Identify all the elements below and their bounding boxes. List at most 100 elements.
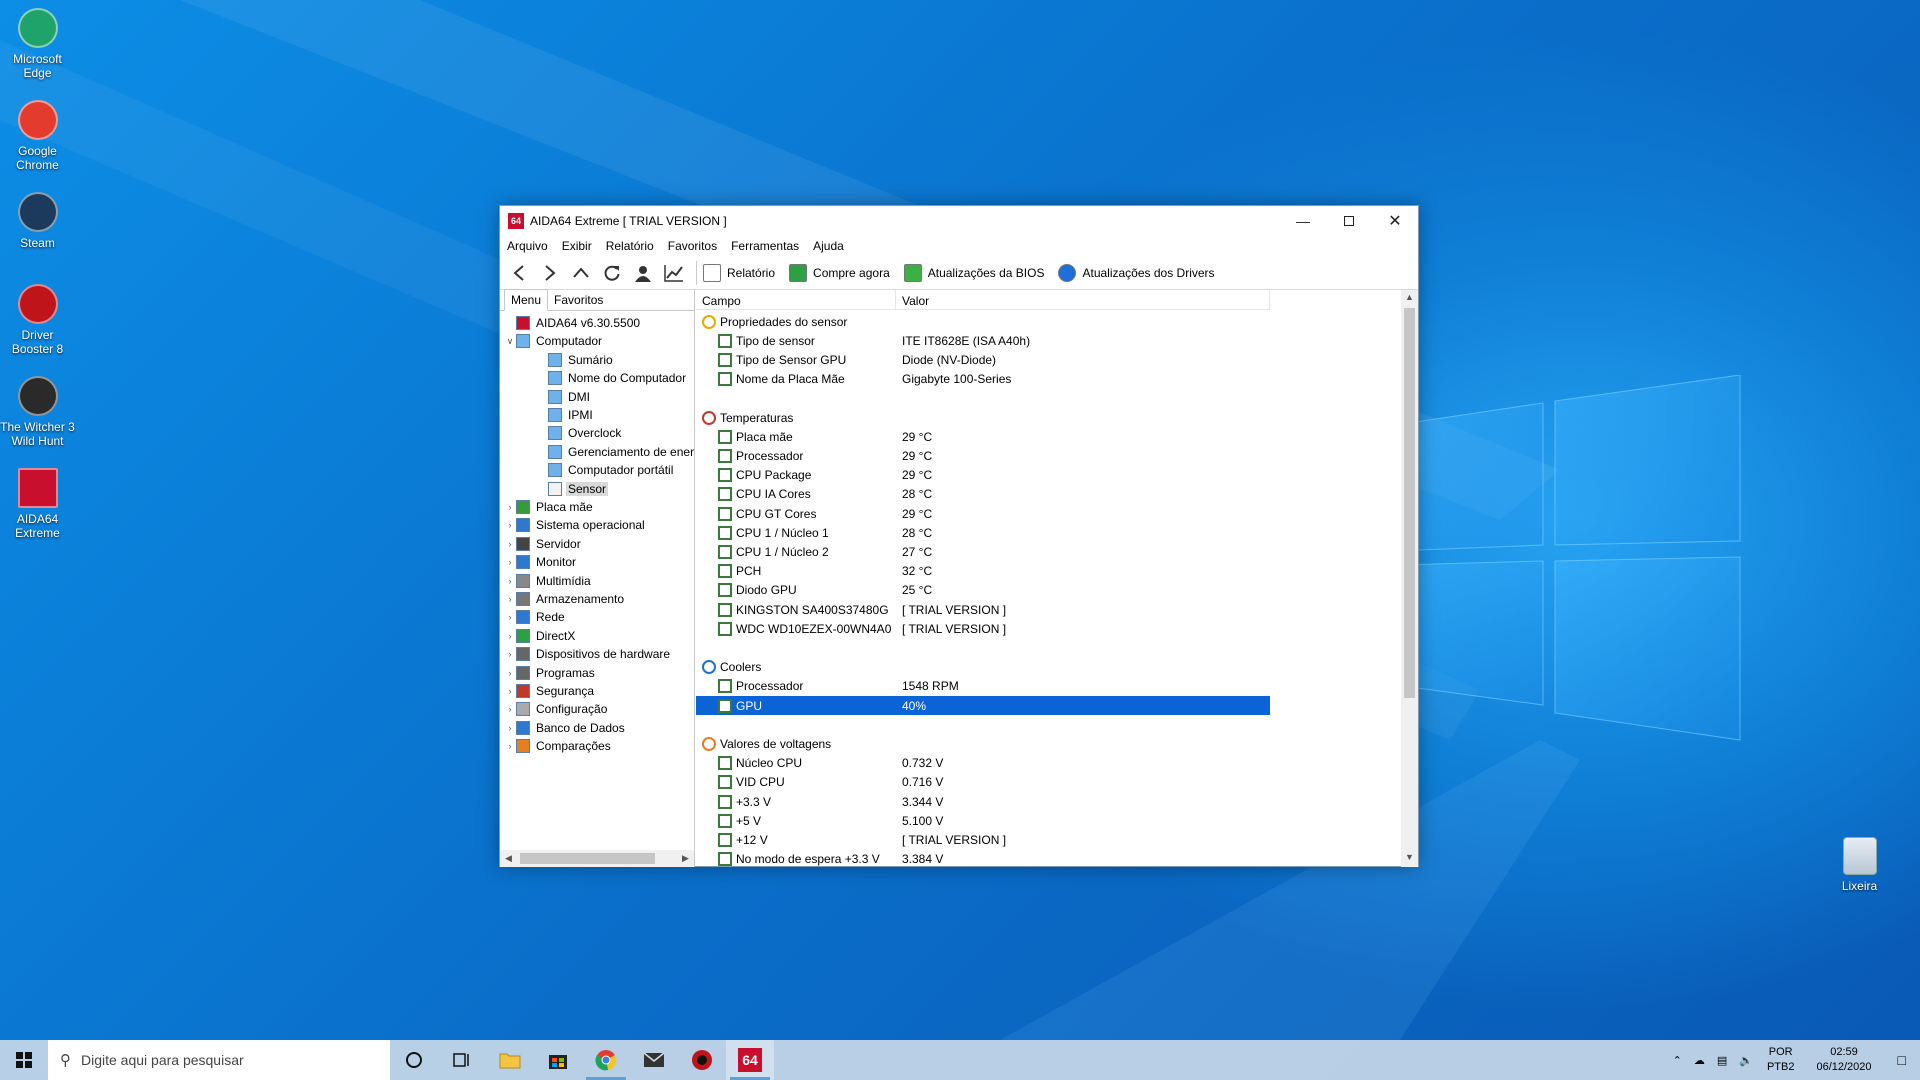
taskbar-chrome[interactable]: [582, 1040, 630, 1080]
section-header[interactable]: Coolers: [696, 658, 1270, 677]
sensor-row[interactable]: CPU IA Cores 28 °C: [696, 485, 1270, 504]
sensor-row[interactable]: +5 V 5.100 V: [696, 811, 1270, 830]
desktop-icon-recycle-bin[interactable]: Lixeira: [1822, 833, 1897, 893]
tree-node[interactable]: › Configuração: [504, 700, 609, 718]
tree-node[interactable]: › Placa mãe: [504, 498, 595, 516]
toolbar-button-2[interactable]: Atualizações da BIOS: [903, 263, 1044, 282]
taskbar-file-explorer[interactable]: [486, 1040, 534, 1080]
volume-icon[interactable]: 🔈: [1739, 1054, 1753, 1067]
sensor-row[interactable]: No modo de espera +3.3 V 3.384 V: [696, 850, 1270, 867]
sensor-row[interactable]: +12 V [ TRIAL VERSION ]: [696, 830, 1270, 849]
taskbar-mail[interactable]: [630, 1040, 678, 1080]
desktop-icon-aida64[interactable]: AIDA64 Extreme: [0, 464, 75, 540]
menu-2[interactable]: Relatório: [606, 239, 654, 253]
vertical-scrollbar[interactable]: ▲ ▼: [1401, 290, 1418, 867]
expand-chevron-icon[interactable]: ›: [504, 539, 516, 549]
sensor-row[interactable]: Tipo de Sensor GPU Diode (NV-Diode): [696, 350, 1270, 369]
chart-button[interactable]: [663, 262, 685, 284]
toolbar-button-1[interactable]: Compre agora: [789, 263, 890, 282]
expand-chevron-icon[interactable]: ›: [504, 649, 516, 659]
tree-node[interactable]: Computador portátil: [536, 461, 675, 479]
language-indicator[interactable]: POR PTB2: [1767, 1045, 1795, 1075]
tree-node[interactable]: Sumário: [536, 351, 615, 369]
onedrive-icon[interactable]: ☁: [1694, 1054, 1705, 1067]
sensor-row[interactable]: CPU Package 29 °C: [696, 466, 1270, 485]
scroll-right-icon[interactable]: ▶: [677, 853, 694, 864]
user-button[interactable]: [632, 262, 654, 284]
tree-node[interactable]: › Sistema operacional: [504, 516, 647, 534]
tree-node[interactable]: › Programas: [504, 664, 597, 682]
sensor-row[interactable]: WDC WD10EZEX-00WN4A0 [ TRIAL VERSION ]: [696, 619, 1270, 638]
tree-node[interactable]: IPMI: [536, 406, 595, 424]
task-view-button[interactable]: [438, 1040, 486, 1080]
section-header[interactable]: Temperaturas: [696, 408, 1270, 427]
sensor-row[interactable]: Tipo de sensor ITE IT8628E (ISA A40h): [696, 331, 1270, 350]
column-header-valor[interactable]: Valor: [896, 290, 1270, 309]
title-bar[interactable]: 64 AIDA64 Extreme [ TRIAL VERSION ] — ✕: [500, 206, 1418, 236]
sensor-row[interactable]: Processador 1548 RPM: [696, 677, 1270, 696]
sensor-row[interactable]: Nome da Placa Mãe Gigabyte 100-Series: [696, 370, 1270, 389]
sensor-row[interactable]: PCH 32 °C: [696, 562, 1270, 581]
sensor-row[interactable]: +3.3 V 3.344 V: [696, 792, 1270, 811]
maximize-button[interactable]: [1326, 206, 1372, 236]
menu-0[interactable]: Arquivo: [507, 239, 548, 253]
tree-node[interactable]: › Banco de Dados: [504, 719, 627, 737]
tab-favoritos[interactable]: Favoritos: [548, 290, 609, 310]
show-hidden-icons-button[interactable]: ⌃: [1673, 1054, 1682, 1067]
tree-node[interactable]: ∨ Computador: [504, 332, 604, 350]
column-header-campo[interactable]: Campo: [696, 290, 896, 309]
taskbar-driver-booster[interactable]: [678, 1040, 726, 1080]
minimize-button[interactable]: —: [1280, 206, 1326, 236]
forward-button[interactable]: [539, 262, 561, 284]
tree-node[interactable]: › Monitor: [504, 553, 578, 571]
menu-1[interactable]: Exibir: [562, 239, 592, 253]
expand-chevron-icon[interactable]: ›: [504, 502, 516, 512]
sensor-row[interactable]: GPU 40%: [696, 696, 1270, 715]
desktop-icon-chrome[interactable]: Google Chrome: [0, 96, 75, 172]
taskbar-search-box[interactable]: ⚲ Digite aqui para pesquisar: [48, 1040, 390, 1080]
taskbar-aida64[interactable]: 64: [726, 1040, 774, 1080]
desktop-icon-driver-booster[interactable]: Driver Booster 8: [0, 280, 75, 356]
expand-chevron-icon[interactable]: ›: [504, 631, 516, 641]
sensor-row[interactable]: Processador 29 °C: [696, 446, 1270, 465]
sensor-row[interactable]: CPU GT Cores 29 °C: [696, 504, 1270, 523]
menu-5[interactable]: Ajuda: [813, 239, 844, 253]
sensor-row[interactable]: CPU 1 / Núcleo 2 27 °C: [696, 542, 1270, 561]
desktop-icon-witcher[interactable]: The Witcher 3 Wild Hunt: [0, 372, 75, 448]
tree-node[interactable]: › Dispositivos de hardware: [504, 645, 672, 663]
sensor-row[interactable]: Núcleo CPU 0.732 V: [696, 754, 1270, 773]
scroll-left-icon[interactable]: ◀: [500, 853, 517, 864]
menu-3[interactable]: Favoritos: [668, 239, 717, 253]
expand-chevron-icon[interactable]: ›: [504, 557, 516, 567]
tree-node[interactable]: Overclock: [536, 424, 623, 442]
expand-chevron-icon[interactable]: ›: [504, 520, 516, 530]
scroll-thumb[interactable]: [520, 853, 655, 864]
expand-chevron-icon[interactable]: ›: [504, 668, 516, 678]
section-header[interactable]: Valores de voltagens: [696, 734, 1270, 753]
expand-chevron-icon[interactable]: ›: [504, 686, 516, 696]
tree-node[interactable]: DMI: [536, 388, 592, 406]
tree-node[interactable]: › DirectX: [504, 627, 577, 645]
taskbar-store[interactable]: [534, 1040, 582, 1080]
start-button[interactable]: [0, 1040, 48, 1080]
desktop-icon-steam[interactable]: Steam: [0, 188, 75, 250]
tree-node[interactable]: › Multimídia: [504, 572, 593, 590]
section-header[interactable]: Propriedades do sensor: [696, 312, 1270, 331]
tree-node[interactable]: › Rede: [504, 608, 567, 626]
up-button[interactable]: [570, 262, 592, 284]
sensor-row[interactable]: CPU 1 / Núcleo 1 28 °C: [696, 523, 1270, 542]
expand-chevron-icon[interactable]: ›: [504, 704, 516, 714]
notifications-icon[interactable]: □: [1898, 1052, 1906, 1068]
network-icon[interactable]: ▤: [1717, 1054, 1727, 1067]
tree-node[interactable]: › Segurança: [504, 682, 596, 700]
tree-node[interactable]: Nome do Computador: [536, 369, 688, 387]
tree-node[interactable]: AIDA64 v6.30.5500: [504, 314, 642, 332]
scroll-thumb[interactable]: [1404, 308, 1415, 698]
sensor-row[interactable]: VID CPU 0.716 V: [696, 773, 1270, 792]
refresh-button[interactable]: [601, 262, 623, 284]
tree-node[interactable]: Sensor: [536, 480, 609, 498]
expand-chevron-icon[interactable]: ›: [504, 723, 516, 733]
expand-chevron-icon[interactable]: ∨: [504, 336, 516, 347]
expand-chevron-icon[interactable]: ›: [504, 594, 516, 604]
close-button[interactable]: ✕: [1372, 206, 1418, 236]
